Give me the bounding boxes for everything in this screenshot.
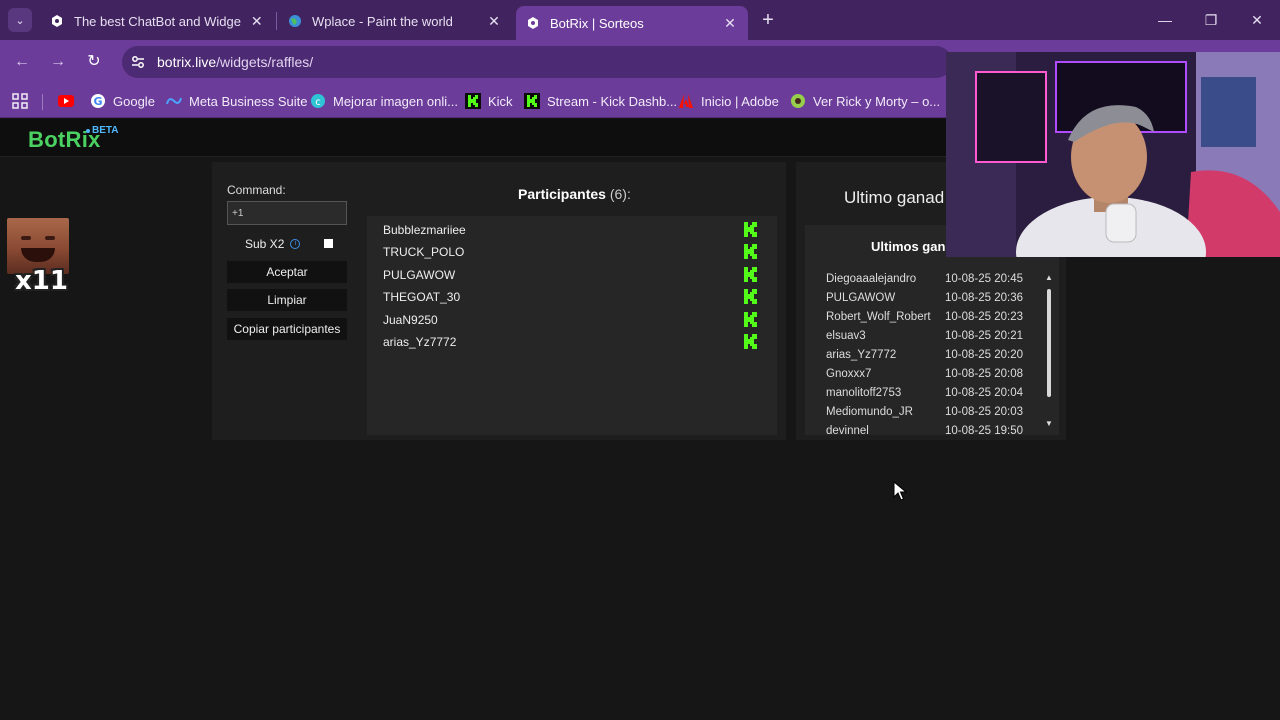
table-row: devinnel 10-08-25 19:50 [826, 425, 1024, 435]
address-bar[interactable]: botrix.live/widgets/raffles/ [122, 46, 952, 78]
bookmark-kick[interactable]: Kick [465, 92, 513, 110]
url-text: botrix.live/widgets/raffles/ [157, 54, 314, 70]
minimize-icon[interactable]: — [1153, 8, 1177, 32]
close-icon[interactable]: ✕ [486, 13, 502, 30]
list-item: THEGOAT_30 [383, 290, 461, 304]
table-row: Mediomundo_JR 10-08-25 20:03 [826, 406, 1024, 418]
rick-morty-icon [790, 93, 806, 109]
adobe-icon [678, 93, 694, 109]
youtube-icon [58, 93, 74, 109]
google-icon: G [90, 93, 106, 109]
emote-image: x11 [7, 218, 69, 296]
kick-icon [524, 93, 540, 109]
kick-icon [744, 222, 757, 237]
participants-count: (6): [609, 186, 631, 202]
bookmark-google[interactable]: G Google [90, 92, 155, 110]
tab-botrix-chatbot[interactable]: The best ChatBot and Widgets f ✕ [40, 6, 274, 36]
winners-history-title: Ultimos gan [871, 239, 946, 254]
scroll-down-icon[interactable]: ▼ [1044, 419, 1054, 429]
list-item: JuaN9250 [383, 313, 438, 327]
sub-x2-row: Sub X2 i [245, 237, 301, 251]
meta-icon [166, 93, 182, 109]
sub-x2-checkbox[interactable] [324, 239, 333, 248]
webcam-feed [946, 52, 1280, 257]
reload-icon[interactable]: ↻ [82, 50, 106, 74]
command-input[interactable] [227, 201, 347, 225]
table-row: manolitoff2753 10-08-25 20:04 [826, 387, 1024, 399]
webcam-overlay [946, 52, 1280, 257]
site-settings-icon[interactable] [130, 54, 146, 70]
table-row: PULGAWOW 10-08-25 20:36 [826, 292, 1024, 304]
table-row: Gnoxxx7 10-08-25 20:08 [826, 368, 1024, 380]
back-icon[interactable]: ← [10, 50, 34, 74]
bookmark-meta-business[interactable]: Meta Business Suite [166, 92, 308, 110]
participants-list: Bubblezmariiee TRUCK_POLO PULGAWOW THEGO… [367, 216, 777, 435]
tab-wplace[interactable]: Wplace - Paint the world ✕ [278, 6, 512, 36]
command-label: Command: [227, 183, 286, 197]
clear-button[interactable]: Limpiar [227, 289, 347, 311]
sub-x2-label: Sub X2 [245, 237, 285, 251]
new-tab-icon[interactable]: + [758, 10, 778, 30]
last-winner-title: Ultimo ganad [844, 188, 945, 207]
bookmarks-separator [42, 94, 43, 110]
beta-badge: BETA [92, 125, 119, 136]
kick-icon [744, 244, 757, 259]
beta-dot [86, 129, 90, 133]
restore-icon[interactable]: ❐ [1199, 8, 1223, 32]
bookmark-adobe[interactable]: Inicio | Adobe [678, 92, 779, 110]
bookmark-youtube[interactable] [58, 92, 81, 110]
svg-text:c: c [315, 97, 321, 108]
list-item: arias_Yz7772 [383, 335, 457, 349]
apps-grid-icon[interactable] [12, 93, 28, 109]
list-item: Bubblezmariiee [383, 223, 466, 237]
kick-icon [744, 267, 757, 282]
window-close-icon[interactable]: ✕ [1245, 8, 1269, 32]
kick-icon [744, 334, 757, 349]
list-item: PULGAWOW [383, 268, 456, 282]
table-row: Robert_Wolf_Robert 10-08-25 20:23 [826, 311, 1024, 323]
emote-multiplier: x11 [15, 266, 68, 296]
scroll-thumb[interactable] [1047, 289, 1051, 397]
forward-icon[interactable]: → [46, 50, 70, 74]
botrix-favicon [50, 14, 64, 28]
tab-botrix-sorteos[interactable]: BotRix | Sorteos ✕ [516, 6, 748, 40]
kick-icon [465, 93, 481, 109]
botrix-favicon [526, 16, 540, 30]
bookmark-kick-dashboard[interactable]: Stream - Kick Dashb... [524, 92, 677, 110]
mouse-cursor-icon [893, 481, 907, 501]
raffle-panel: Command: Sub X2 i Aceptar Limpiar Copiar… [212, 162, 786, 440]
tab-strip: ⌄ The best ChatBot and Widgets f ✕ Wplac… [0, 0, 1280, 40]
svg-text:G: G [93, 95, 102, 108]
info-icon[interactable]: i [290, 239, 301, 249]
table-row: elsuav3 10-08-25 20:21 [826, 330, 1024, 342]
bookmark-rick-morty[interactable]: Ver Rick y Morty – o... [790, 92, 940, 110]
bookmark-mejorar-imagen[interactable]: c Mejorar imagen onli... [310, 92, 458, 110]
globe-icon [288, 14, 302, 28]
close-icon[interactable]: ✕ [722, 15, 738, 32]
enhance-icon: c [310, 93, 326, 109]
copy-participants-button[interactable]: Copiar participantes [227, 318, 347, 340]
list-item: TRUCK_POLO [383, 245, 465, 259]
tab-separator [276, 12, 277, 30]
tab-title: Wplace - Paint the world [312, 13, 453, 29]
tab-search-button[interactable]: ⌄ [8, 8, 32, 32]
close-icon[interactable]: ✕ [249, 13, 264, 30]
tab-title: The best ChatBot and Widgets f [74, 13, 242, 29]
participants-title: Participantes (6): [518, 186, 631, 202]
table-row: arias_Yz7772 10-08-25 20:20 [826, 349, 1024, 361]
kick-icon [744, 289, 757, 304]
winners-scrollbar[interactable]: ▲ ▼ [1044, 273, 1054, 433]
accept-button[interactable]: Aceptar [227, 261, 347, 283]
table-row: Diegoaaalejandro 10-08-25 20:45 [826, 273, 1024, 285]
tab-title: BotRix | Sorteos [550, 15, 644, 31]
scroll-up-icon[interactable]: ▲ [1044, 273, 1054, 283]
kick-icon [744, 312, 757, 327]
